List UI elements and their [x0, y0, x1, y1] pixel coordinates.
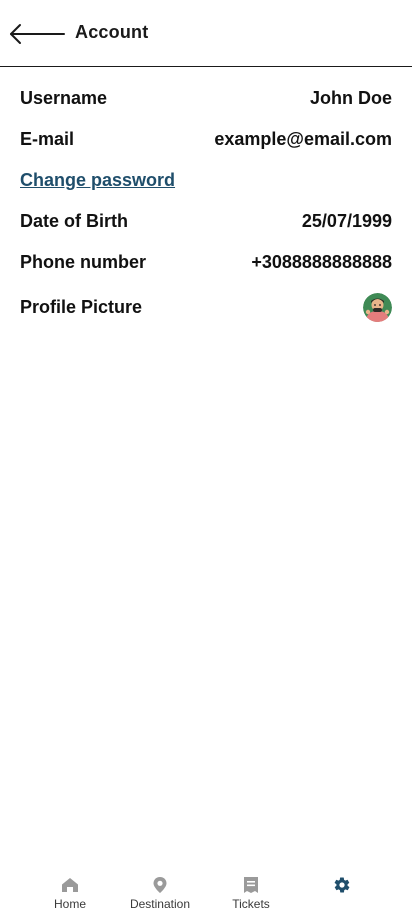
avatar-image: [363, 292, 392, 322]
username-value: John Doe: [309, 87, 392, 108]
avatar[interactable]: [363, 292, 392, 322]
change-password-row: Change password: [20, 168, 392, 192]
home-icon: [60, 875, 80, 895]
email-row: E-mail example@email.com: [20, 127, 392, 151]
back-button[interactable]: [8, 21, 66, 47]
dob-row: Date of Birth 25/07/1999: [20, 209, 392, 233]
back-arrow-icon: [10, 24, 65, 44]
dob-value: 25/07/1999: [301, 210, 392, 231]
nav-tickets-label: Tickets: [232, 897, 270, 911]
nav-home[interactable]: Home: [25, 862, 115, 917]
nav-destination[interactable]: Destination: [115, 862, 205, 917]
profile-picture-label: Profile Picture: [20, 296, 143, 317]
nav-settings[interactable]: [297, 862, 387, 917]
dob-label: Date of Birth: [20, 210, 128, 231]
email-value: example@email.com: [214, 128, 392, 149]
profile-picture-row: Profile Picture: [20, 292, 392, 322]
phone-label: Phone number: [20, 251, 147, 272]
gear-icon: [332, 875, 352, 895]
phone-row: Phone number +3088888888888: [20, 250, 392, 274]
nav-destination-label: Destination: [129, 897, 191, 911]
change-password-link[interactable]: Change password: [20, 170, 175, 191]
ticket-icon: [241, 875, 261, 895]
username-label: Username: [20, 87, 108, 108]
nav-home-label: Home: [53, 897, 86, 911]
account-screen: Account Username John Doe E-mail example…: [0, 0, 412, 917]
location-pin-icon: [150, 875, 170, 895]
page-title: Account: [75, 22, 149, 42]
phone-value: +3088888888888: [251, 251, 392, 272]
email-label: E-mail: [20, 128, 75, 149]
bottom-navigation: Home Destination Tickets: [0, 862, 412, 917]
username-row: Username John Doe: [20, 86, 392, 110]
nav-tickets[interactable]: Tickets: [206, 862, 296, 917]
app-header: Account: [0, 0, 412, 67]
